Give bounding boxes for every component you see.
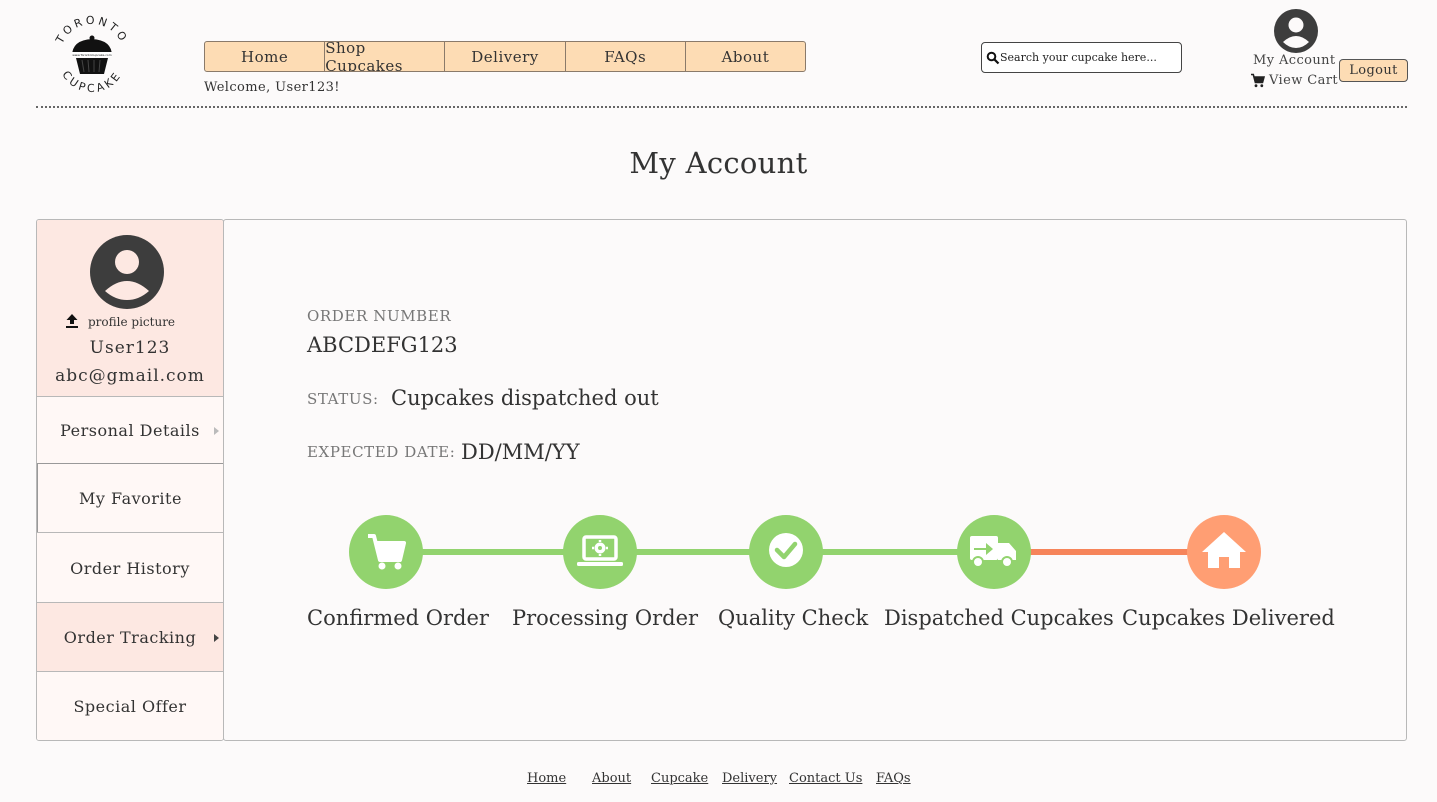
header-divider bbox=[36, 106, 1407, 108]
step-dispatched-cupcakes bbox=[957, 515, 1031, 589]
profile-email: abc@gmail.com bbox=[55, 366, 205, 386]
step-processing-order bbox=[563, 515, 637, 589]
footer-link-cupcake[interactable]: Cupcake bbox=[651, 771, 708, 786]
search-input[interactable] bbox=[1000, 51, 1178, 64]
sidebar-item-my-favorite[interactable]: My Favorite bbox=[37, 463, 223, 533]
step-quality-check bbox=[749, 515, 823, 589]
view-cart-link[interactable]: View Cart bbox=[1269, 73, 1338, 88]
nav-delivery[interactable]: Delivery bbox=[445, 42, 566, 71]
step-label-quality-check: Quality Check bbox=[718, 606, 869, 630]
order-number-value: ABCDEFG123 bbox=[307, 333, 458, 357]
profile-avatar-icon bbox=[90, 235, 164, 309]
sidebar-item-label: Order History bbox=[70, 558, 190, 578]
sidebar-item-personal-details[interactable]: Personal Details bbox=[37, 396, 223, 464]
step-label-processing-order: Processing Order bbox=[512, 606, 699, 630]
profile-card: profile picture User123 abc@gmail.com bbox=[37, 220, 223, 396]
account-avatar-icon[interactable] bbox=[1273, 8, 1319, 54]
footer-links: Home About Cupcake Delivery Contact Us F… bbox=[0, 771, 1437, 791]
search-box bbox=[981, 42, 1182, 73]
sidebar-item-label: Special Offer bbox=[73, 697, 187, 716]
upload-icon[interactable] bbox=[65, 313, 79, 329]
nav-about[interactable]: About bbox=[686, 42, 805, 71]
sidebar-item-special-offer[interactable]: Special Offer bbox=[37, 671, 223, 740]
status-label: STATUS: bbox=[307, 390, 379, 408]
svg-text:www.TorontoCupcake.com: www.TorontoCupcake.com bbox=[72, 53, 111, 57]
sidebar-item-order-history[interactable]: Order History bbox=[37, 532, 223, 603]
footer-link-delivery[interactable]: Delivery bbox=[722, 771, 777, 786]
welcome-message: Welcome, User123! bbox=[204, 80, 340, 95]
sidebar-item-label: Order Tracking bbox=[63, 628, 197, 647]
account-sidebar: profile picture User123 abc@gmail.com Pe… bbox=[36, 219, 224, 741]
sidebar-item-label: Personal Details bbox=[60, 421, 200, 440]
search-icon[interactable] bbox=[986, 51, 1000, 65]
footer-link-about[interactable]: About bbox=[592, 771, 631, 786]
nav-faqs[interactable]: FAQs bbox=[566, 42, 686, 71]
chevron-right-icon bbox=[214, 426, 219, 435]
step-label-dispatched-cupcakes: Dispatched Cupcakes bbox=[884, 606, 1114, 630]
order-tracking-panel bbox=[223, 219, 1407, 741]
expected-date-value: DD/MM/YY bbox=[461, 440, 580, 464]
status-value: Cupcakes dispatched out bbox=[391, 386, 659, 410]
step-label-cupcakes-delivered: Cupcakes Delivered bbox=[1122, 606, 1335, 630]
chevron-right-icon bbox=[214, 633, 219, 642]
toronto-cupcake-logo[interactable]: TORONTO CUPCAKE www.TorontoCupcake.com bbox=[50, 14, 134, 98]
sidebar-item-order-tracking[interactable]: Order Tracking bbox=[37, 602, 223, 672]
sidebar-item-label: My Favorite bbox=[79, 488, 182, 508]
step-cupcakes-delivered bbox=[1187, 515, 1261, 589]
footer-link-contact-us[interactable]: Contact Us bbox=[789, 771, 862, 786]
nav-home[interactable]: Home bbox=[205, 42, 326, 71]
main-nav: Home Shop Cupcakes Delivery FAQs About bbox=[204, 41, 806, 72]
nav-shop-cupcakes[interactable]: Shop Cupcakes bbox=[325, 42, 446, 71]
profile-username: User123 bbox=[89, 338, 171, 358]
order-number-label: ORDER NUMBER bbox=[307, 307, 452, 325]
logout-button[interactable]: Logout bbox=[1339, 59, 1408, 82]
footer-link-home[interactable]: Home bbox=[527, 771, 566, 786]
footer-link-faqs[interactable]: FAQs bbox=[876, 771, 911, 786]
my-account-link[interactable]: My Account bbox=[1253, 53, 1336, 68]
check-icon bbox=[769, 533, 803, 567]
step-label-confirmed-order: Confirmed Order bbox=[307, 606, 489, 630]
cart-icon[interactable] bbox=[1250, 73, 1265, 88]
page-title: My Account bbox=[629, 146, 808, 180]
expected-date-label: EXPECTED DATE: bbox=[307, 443, 456, 461]
upload-profile-picture-link[interactable]: profile picture bbox=[88, 315, 175, 329]
step-confirmed-order bbox=[349, 515, 423, 589]
